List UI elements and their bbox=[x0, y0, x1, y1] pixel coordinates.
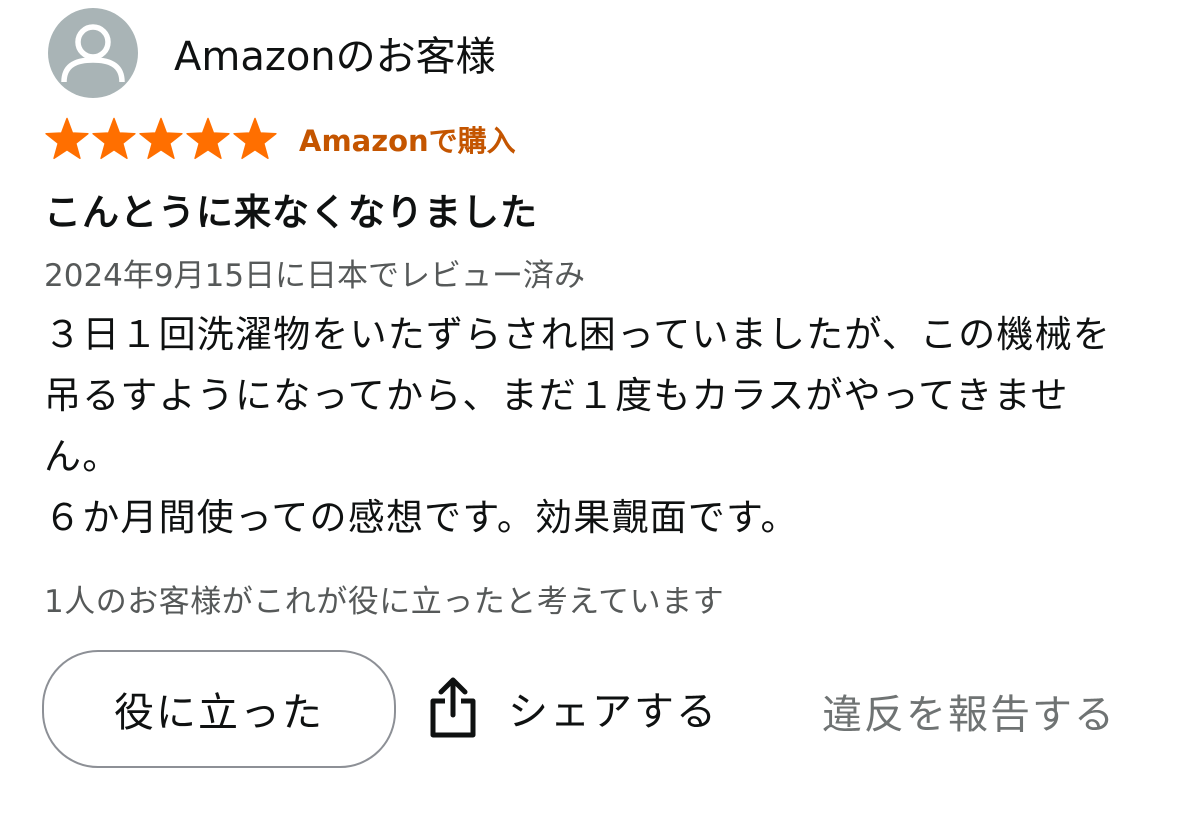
helpful-count: 1人のお客様がこれが役に立ったと考えています bbox=[44, 584, 725, 620]
review-actions: 役に立った シェアする 違反を報告する bbox=[42, 650, 1142, 768]
star-icon bbox=[232, 116, 278, 162]
star-icon bbox=[91, 116, 137, 162]
review-date: 2024年9月15日に日本でレビュー済み bbox=[44, 258, 586, 294]
review-title: こんとうに来なくなりました bbox=[44, 191, 538, 234]
star-icon bbox=[138, 116, 184, 162]
verified-purchase-badge: Amazonで購入 bbox=[299, 124, 516, 158]
avatar bbox=[48, 8, 138, 98]
review-card: Amazonのお客様 Amazonで購入 こんとうに来なくなりました 2024年… bbox=[0, 0, 1179, 816]
author-name[interactable]: Amazonのお客様 bbox=[174, 24, 496, 82]
review-body-paragraph: ３日１回洗濯物をいたずらされ困っていましたが、この機械を吊るすようになってから、… bbox=[44, 313, 1112, 478]
person-icon bbox=[61, 24, 125, 83]
star-icon bbox=[44, 116, 90, 162]
review-body-paragraph: ６か月間使っての感想です。効果覿面です。 bbox=[44, 496, 799, 539]
report-abuse-link[interactable]: 違反を報告する bbox=[822, 682, 1116, 740]
review-body: ３日１回洗濯物をいたずらされ困っていましたが、この機械を吊るすようになってから、… bbox=[44, 304, 1134, 548]
share-button[interactable]: シェアする bbox=[428, 674, 718, 742]
share-label: シェアする bbox=[508, 689, 718, 735]
rating-row: Amazonで購入 bbox=[44, 114, 516, 164]
star-icon bbox=[185, 116, 231, 162]
star-rating bbox=[44, 116, 279, 162]
review-author: Amazonのお客様 bbox=[48, 8, 496, 98]
helpful-button[interactable]: 役に立った bbox=[42, 650, 396, 768]
share-icon bbox=[428, 677, 478, 739]
